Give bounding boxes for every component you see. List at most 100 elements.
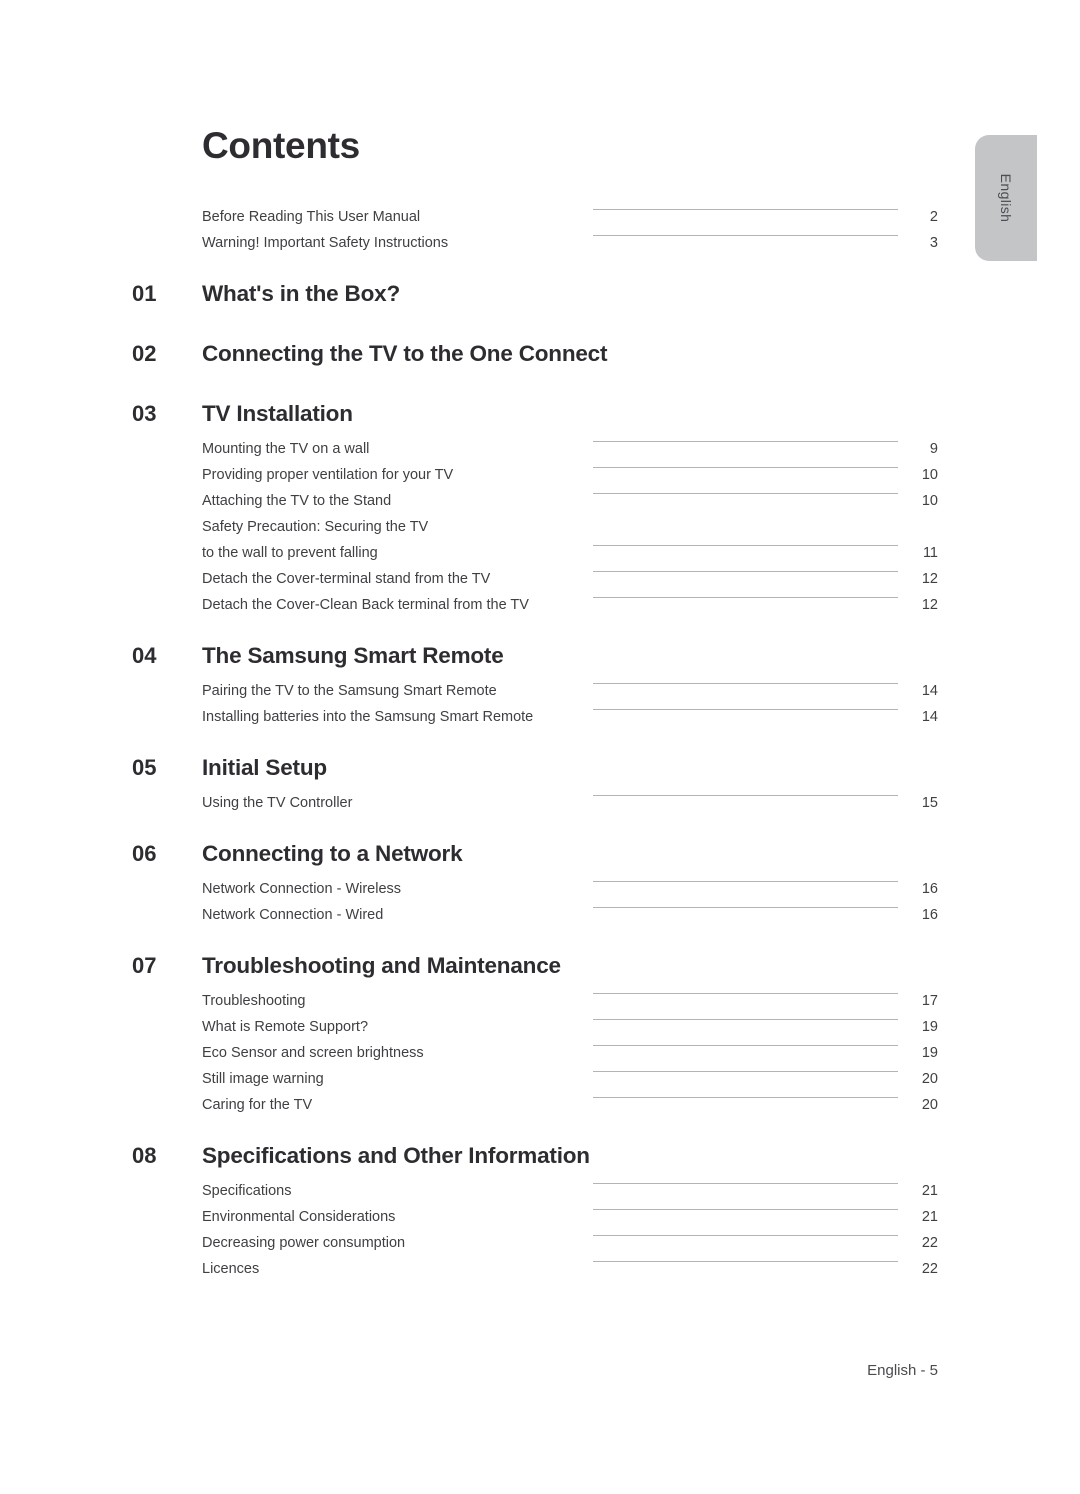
toc-entry-label: Still image warning: [202, 1071, 324, 1087]
toc-entry-page-number: 17: [921, 993, 938, 1009]
leader-line: [383, 893, 904, 919]
toc-entry[interactable]: Environmental Considerations 21: [202, 1195, 938, 1225]
chapter-heading[interactable]: 07 Troubleshooting and Maintenance: [132, 953, 938, 979]
toc-entry-label: Pairing the TV to the Samsung Smart Remo…: [202, 683, 497, 699]
leader-line: [378, 531, 904, 557]
chapter-title: TV Installation: [202, 401, 353, 426]
chapter-number: 05: [132, 755, 157, 780]
toc-entry[interactable]: Caring for the TV 20: [202, 1083, 938, 1113]
chapter-heading[interactable]: 08 Specifications and Other Information: [132, 1143, 938, 1169]
leader-line: [448, 221, 904, 247]
chapter-heading[interactable]: 02 Connecting the TV to the One Connect: [132, 341, 938, 367]
toc-entry-label: Using the TV Controller: [202, 795, 353, 811]
toc-entry-page-number: 21: [921, 1183, 938, 1199]
leader-line: [405, 1221, 904, 1247]
toc-entry-label: Troubleshooting: [202, 993, 306, 1009]
toc-entry[interactable]: Before Reading This User Manual 2: [202, 195, 938, 225]
leader-line: [533, 695, 904, 721]
chapter-heading[interactable]: 04 The Samsung Smart Remote: [132, 643, 938, 669]
chapter-heading[interactable]: 05 Initial Setup: [132, 755, 938, 781]
leader-line: [453, 453, 904, 479]
toc-entry-page-number: 20: [921, 1097, 938, 1113]
toc-entry[interactable]: Specifications 21: [202, 1169, 938, 1199]
toc-entry-label: Network Connection - Wireless: [202, 881, 402, 897]
leader-line: [391, 479, 904, 505]
toc-entry-page-number: 2: [929, 209, 938, 225]
toc-entry[interactable]: Mounting the TV on a wall 9: [202, 427, 938, 457]
chapter-block: 04 The Samsung Smart Remote Pairing the TV…: [132, 643, 938, 725]
toc-entry[interactable]: Pairing the TV to the Samsung Smart Remo…: [202, 669, 938, 699]
leader-line: [401, 867, 904, 893]
toc-entry-page-number: 22: [921, 1235, 938, 1251]
chapter-heading[interactable]: 01 What's in the Box?: [132, 281, 938, 307]
toc-entry-page-number: 16: [921, 881, 938, 897]
toc-entry-label: Specifications: [202, 1183, 292, 1199]
chapter-heading[interactable]: 03 TV Installation: [132, 401, 938, 427]
toc-entry-label: Environmental Considerations: [202, 1209, 396, 1225]
toc-entry-label: What is Remote Support?: [202, 1019, 369, 1035]
chapter-number: 07: [132, 953, 157, 978]
toc-entry[interactable]: Licences 22: [202, 1247, 938, 1277]
toc-entry-page-number: 14: [921, 709, 938, 725]
chapter-title: Initial Setup: [202, 755, 327, 780]
toc-entry-page-number: 12: [921, 571, 938, 587]
leader-line: [312, 1083, 904, 1109]
document-page: English Contents Before Reading This Use…: [0, 0, 1080, 1494]
leader-line: [420, 195, 904, 221]
leader-line: [424, 1031, 904, 1057]
leader-line: [395, 1195, 904, 1221]
leader-line: [369, 427, 904, 453]
chapter-heading[interactable]: 06 Connecting to a Network: [132, 841, 938, 867]
toc-entry-page-number: 15: [921, 795, 938, 811]
chapter-block: 08 Specifications and Other Information Sp…: [132, 1143, 938, 1277]
toc-entry-page-number: 14: [921, 683, 938, 699]
chapter-title: What's in the Box?: [202, 281, 400, 306]
chapter-entry-list: Specifications 21 Environmental Considerat…: [132, 1169, 938, 1277]
chapter-title: Specifications and Other Information: [202, 1143, 590, 1168]
toc-entry-label: Detach the Cover-Clean Back terminal fro…: [202, 597, 529, 613]
toc-entry-label: Warning! Important Safety Instructions: [202, 235, 449, 251]
toc-entry-label: Caring for the TV: [202, 1097, 313, 1113]
page-title: Contents: [202, 125, 360, 166]
chapter-block: 01 What's in the Box?: [132, 281, 938, 307]
chapter-list: 01 What's in the Box? 02 Connecting the TV …: [132, 247, 938, 1277]
leader-line: [490, 557, 904, 583]
toc-entry-label: Attaching the TV to the Stand: [202, 493, 392, 509]
toc-entry-page-number: 12: [921, 597, 938, 613]
chapter-number: 02: [132, 341, 157, 366]
chapter-block: 06 Connecting to a Network Network Connect…: [132, 841, 938, 923]
chapter-entry-list: Mounting the TV on a wall 9 Providing prop…: [132, 427, 938, 613]
chapter-title: Connecting to a Network: [202, 841, 463, 866]
toc-entry-page-number: 10: [921, 467, 938, 483]
chapter-number: 01: [132, 281, 157, 306]
toc-entry-label: Before Reading This User Manual: [202, 209, 421, 225]
toc-entry-label: to the wall to prevent falling: [202, 545, 378, 561]
leader-line: [352, 781, 904, 807]
toc-entry-page-number: 16: [921, 907, 938, 923]
preface-entry-list: Before Reading This User Manual 2 Warning!…: [132, 195, 938, 251]
chapter-block: 02 Connecting the TV to the One Connect: [132, 341, 938, 367]
toc-entry-page-number: 20: [921, 1071, 938, 1087]
toc-entry[interactable]: Using the TV Controller 15: [202, 781, 938, 811]
toc-entry-label: Network Connection - Wired: [202, 907, 384, 923]
page-footer: English - 5: [867, 1362, 938, 1379]
toc-entry-label: Licences: [202, 1261, 260, 1277]
toc-entry-page-number: 21: [921, 1209, 938, 1225]
toc-entry-label: Detach the Cover-terminal stand from the…: [202, 571, 491, 587]
toc-entry-page-number: 19: [921, 1019, 938, 1035]
chapter-block: 07 Troubleshooting and Maintenance Trouble…: [132, 953, 938, 1113]
leader-line: [368, 1005, 904, 1031]
leader-line: [529, 583, 904, 609]
chapter-title: The Samsung Smart Remote: [202, 643, 504, 668]
toc-entry[interactable]: Troubleshooting 17: [202, 979, 938, 1009]
chapter-entry-list: Using the TV Controller 15: [132, 781, 938, 811]
leader-line: [428, 505, 904, 531]
toc-entry-page-number: 19: [921, 1045, 938, 1061]
toc-entry-label: Installing batteries into the Samsung Sm…: [202, 709, 534, 725]
toc-entry[interactable]: Network Connection - Wireless 16: [202, 867, 938, 897]
chapter-title: Troubleshooting and Maintenance: [202, 953, 561, 978]
toc-entry[interactable]: What is Remote Support? 19: [202, 1005, 938, 1035]
chapter-entry-list: Network Connection - Wireless 16 Network C…: [132, 867, 938, 923]
